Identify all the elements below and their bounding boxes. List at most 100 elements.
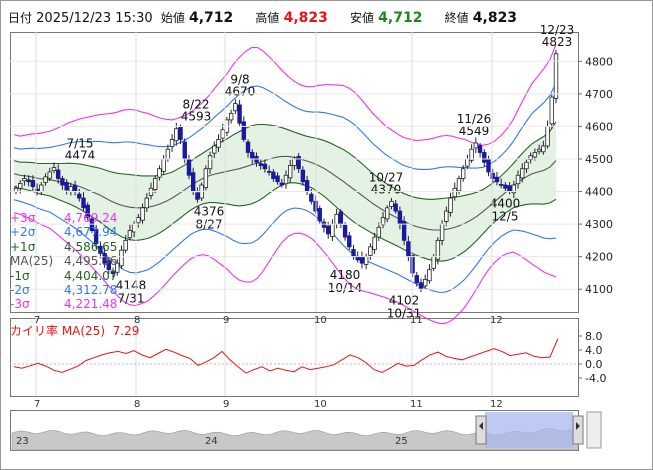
candle-body	[494, 176, 500, 183]
candle-body	[140, 207, 145, 221]
legend-minus3: -3σ 4,221.48	[10, 297, 118, 312]
candle-body	[325, 225, 331, 235]
annotation-price: 4370	[371, 182, 402, 196]
candle-body	[498, 183, 504, 186]
candle-body	[216, 139, 221, 148]
candle-body	[47, 171, 52, 179]
candle-body	[549, 96, 554, 125]
candle-body	[81, 197, 86, 209]
annotation-price: 4148	[116, 279, 147, 293]
candle-body	[153, 178, 158, 190]
annotation-price: 4376	[194, 204, 225, 218]
price-tick-label: 4500	[585, 153, 613, 166]
annotation-price: 4670	[225, 85, 256, 99]
month-tick-label: 10	[314, 399, 327, 410]
candle-body	[321, 221, 327, 228]
candle-body	[68, 186, 74, 192]
candle-body	[64, 182, 69, 191]
candle-body	[182, 141, 187, 160]
close-value: 4,823	[472, 10, 518, 26]
candle-body	[165, 148, 171, 160]
price-tick-label: 4800	[585, 55, 613, 68]
indicator-tick-label: 4.0	[585, 344, 603, 357]
candle-body	[26, 179, 31, 183]
month-tick-label: 8	[134, 399, 140, 410]
candle-body	[363, 256, 369, 265]
candle-body	[473, 142, 479, 149]
candle-body	[482, 152, 487, 163]
candle-body	[477, 145, 483, 153]
candle-body	[43, 176, 48, 183]
candle-body	[545, 126, 550, 147]
candle-body	[220, 129, 225, 139]
annotation-date: 10/14	[328, 281, 363, 295]
legend-ma: MA(25) 4,495.36	[10, 254, 118, 269]
candle-body	[131, 223, 137, 233]
candle-body	[250, 152, 255, 160]
ohlc-header: 日付 2025/12/23 15:30 始値 4,712 高値 4,823 安値…	[8, 9, 535, 28]
candle-body	[292, 158, 297, 166]
candle-body	[18, 182, 23, 189]
annotation-price: 4400	[490, 197, 521, 211]
candle-body	[262, 163, 268, 170]
open-label: 始値	[160, 11, 185, 25]
candle-body	[418, 282, 424, 289]
candle-body	[288, 165, 293, 179]
candle-body	[119, 249, 124, 267]
price-tick-label: 4400	[585, 186, 613, 199]
candle-body	[532, 152, 538, 158]
navigator-year-label: 24	[205, 436, 218, 447]
candle-body	[233, 103, 238, 112]
candle-body	[317, 208, 322, 222]
chart-window: 7/15 4474 7/31 4148 8/22 4593 8/27 4376 9/8 4670 1…	[0, 0, 653, 470]
candle-body	[245, 141, 251, 153]
candle-body	[439, 223, 445, 241]
candle-body	[452, 187, 457, 198]
candle-body	[427, 269, 432, 282]
navigator-year-label: 25	[395, 436, 408, 447]
candle-body	[283, 174, 289, 185]
price-tick-label: 4200	[585, 251, 613, 264]
candle-body	[77, 193, 82, 199]
date-label: 日付	[8, 11, 33, 25]
candle-body	[258, 163, 263, 166]
candle-body	[51, 167, 57, 172]
annotation-date: 7/31	[118, 292, 145, 306]
candle-body	[186, 158, 192, 176]
navigator-handle-left[interactable]	[475, 415, 487, 445]
candle-body	[169, 139, 175, 148]
month-tick-label: 11	[410, 399, 423, 410]
month-tick-label: 9	[223, 315, 229, 326]
month-tick-label: 11	[410, 315, 423, 326]
legend-plus1: +1σ 4,586.65	[10, 239, 118, 254]
candle-body	[212, 145, 217, 154]
candle-body	[304, 180, 310, 192]
candle-body	[389, 200, 394, 207]
low-label: 安値	[350, 11, 375, 25]
candle-body	[524, 161, 529, 170]
candle-body	[351, 249, 356, 258]
candle-body	[393, 203, 398, 212]
candle-body	[127, 230, 133, 239]
annotation-price: 4474	[65, 148, 96, 162]
candle-body	[195, 192, 200, 200]
legend-minus2: -2σ 4,312.78	[10, 282, 118, 297]
candle-body	[174, 128, 179, 142]
price-tick-label: 4300	[585, 218, 613, 231]
candle-body	[372, 236, 377, 250]
candle-body	[161, 158, 166, 172]
high-value: 4,823	[283, 10, 328, 26]
navigator-handle-right[interactable]	[572, 415, 584, 445]
datetime-value: 2025/12/23 15:30	[36, 11, 153, 26]
candle-body	[515, 174, 521, 185]
candle-body	[60, 178, 65, 186]
candle-body	[334, 213, 339, 225]
annotation-price: 4180	[330, 268, 361, 282]
candle-body	[207, 155, 213, 170]
annotation-price: 4593	[181, 110, 212, 124]
candle-body	[275, 175, 280, 183]
candle-body	[490, 172, 495, 179]
candle-body	[338, 211, 344, 225]
candle-body	[385, 207, 390, 220]
candle-body	[72, 184, 78, 192]
